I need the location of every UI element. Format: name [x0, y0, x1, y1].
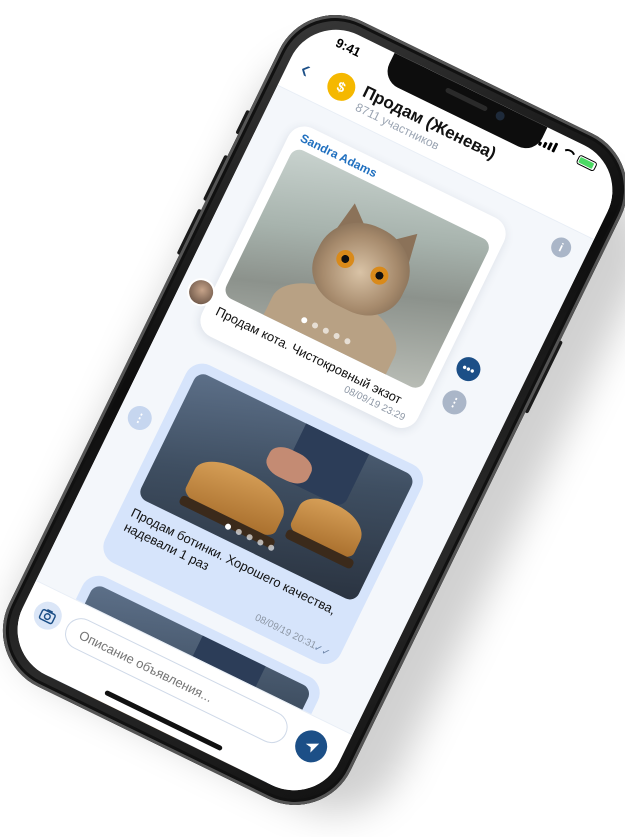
carousel-dot[interactable]	[267, 543, 276, 552]
more-options-icon[interactable]: ⋮	[438, 386, 471, 419]
carousel-dot[interactable]	[245, 533, 254, 542]
cat-eye-left	[333, 246, 358, 272]
camera-add-icon[interactable]	[29, 596, 67, 635]
more-options-icon[interactable]: ⋮	[123, 401, 156, 435]
battery-icon	[575, 154, 598, 173]
dollar-icon: $	[334, 77, 349, 96]
carousel-dot[interactable]	[256, 538, 265, 547]
comment-icon[interactable]: •••	[452, 353, 485, 386]
cat-eye-right	[367, 263, 392, 288]
chevron-left-icon[interactable]: ‹	[296, 53, 317, 84]
channel-avatar[interactable]: $	[322, 68, 361, 106]
status-time: 9:41	[333, 34, 364, 60]
carousel-dot[interactable]	[234, 527, 243, 536]
double-check-icon: ✓✓	[311, 642, 332, 660]
send-icon[interactable]	[289, 724, 333, 768]
signal-icon	[537, 136, 559, 153]
carousel-dot[interactable]	[224, 522, 233, 531]
wifi-icon	[558, 146, 575, 161]
cat-photo[interactable]	[222, 146, 493, 392]
